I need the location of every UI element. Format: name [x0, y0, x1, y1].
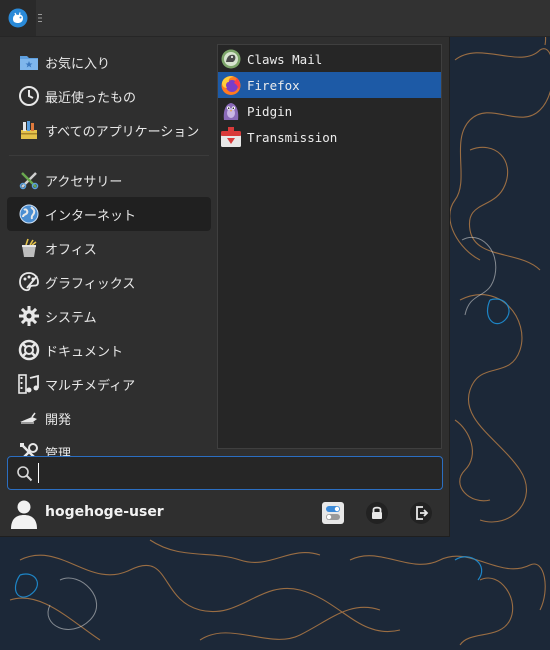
category-label: マルチメディア: [45, 378, 136, 394]
category-label: システム: [45, 310, 97, 326]
category-documentation[interactable]: ドキュメント: [7, 333, 211, 367]
category-label: グラフィックス: [45, 276, 136, 292]
favorites-folder-icon: [18, 51, 40, 73]
pidgin-icon: [220, 100, 242, 122]
category-accessories[interactable]: アクセサリー: [7, 163, 211, 197]
category-office[interactable]: オフィス: [7, 231, 211, 265]
category-label: ドキュメント: [45, 344, 124, 360]
top-panel: [0, 0, 550, 37]
settings-manager-button[interactable]: [321, 501, 345, 525]
toggle-switches-icon: [322, 502, 344, 524]
whisker-menu-button[interactable]: [0, 0, 36, 36]
app-item-pidgin[interactable]: Pidgin: [218, 98, 441, 124]
graphics-palette-icon: [18, 271, 40, 293]
log-out-button[interactable]: [409, 501, 433, 525]
username: hogehoge-user: [45, 504, 164, 520]
system-gear-icon: [18, 305, 40, 327]
application-list: Claws Mail Firefox Pidgin Transmission: [217, 44, 442, 449]
category-multimedia[interactable]: マルチメディア: [7, 367, 211, 401]
category-label: 最近使ったもの: [45, 90, 137, 106]
category-label: インターネット: [45, 208, 137, 224]
category-label: オフィス: [45, 242, 97, 258]
category-favorites[interactable]: お気に入り: [7, 45, 211, 79]
xfce-mouse-logo-icon: [8, 8, 28, 28]
app-label: Transmission: [247, 129, 338, 145]
internet-globe-icon: [18, 203, 40, 225]
transmission-icon: [220, 126, 242, 148]
development-icon: [18, 407, 40, 429]
accessories-icon: [18, 169, 40, 191]
all-applications-icon: [18, 119, 40, 141]
multimedia-icon: [18, 373, 40, 395]
lock-icon: [366, 502, 388, 524]
application-menu: お気に入り 最近使ったもの すべてのアプリケーション アクセサリー インターネッ…: [0, 37, 450, 537]
search-icon: [17, 466, 33, 482]
claws-mail-icon: [220, 48, 242, 70]
category-label: アクセサリー: [45, 174, 123, 190]
app-item-firefox[interactable]: Firefox: [218, 72, 441, 98]
firefox-icon: [220, 74, 242, 96]
recent-clock-icon: [18, 85, 40, 107]
category-recent[interactable]: 最近使ったもの: [7, 79, 211, 113]
category-all-applications[interactable]: すべてのアプリケーション: [7, 113, 211, 147]
category-label: 開発: [45, 412, 72, 428]
user-avatar-icon: [11, 500, 37, 529]
category-graphics[interactable]: グラフィックス: [7, 265, 211, 299]
documentation-lifebuoy-icon: [18, 339, 40, 361]
office-icon: [18, 237, 40, 259]
category-system[interactable]: システム: [7, 299, 211, 333]
search-box: [7, 456, 443, 490]
app-item-transmission[interactable]: Transmission: [218, 124, 441, 150]
app-label: Pidgin: [247, 103, 293, 119]
app-item-claws-mail[interactable]: Claws Mail: [218, 46, 441, 72]
log-out-icon: [410, 502, 432, 524]
search-input[interactable]: [38, 463, 435, 483]
lock-screen-button[interactable]: [365, 501, 389, 525]
app-label: Firefox: [247, 77, 300, 93]
category-internet[interactable]: インターネット: [7, 197, 211, 231]
category-development[interactable]: 開発: [7, 401, 211, 435]
category-separator: [9, 155, 209, 156]
panel-handle-icon: [38, 14, 42, 22]
app-label: Claws Mail: [247, 51, 323, 67]
category-label: すべてのアプリケーション: [45, 124, 200, 140]
category-label: お気に入り: [45, 56, 111, 72]
user-row: hogehoge-user: [0, 496, 449, 536]
